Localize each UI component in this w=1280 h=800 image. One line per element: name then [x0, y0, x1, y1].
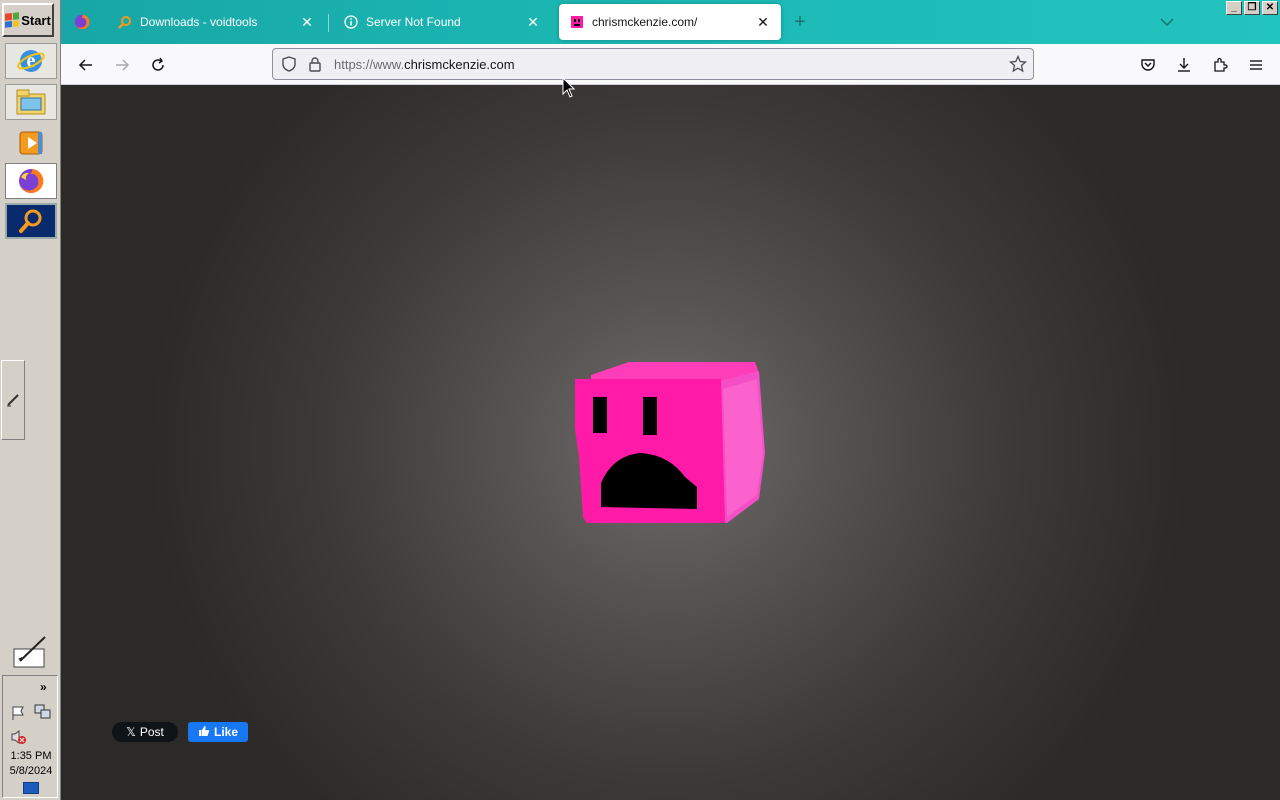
network-icon[interactable]	[34, 704, 52, 725]
forward-button[interactable]	[109, 52, 135, 78]
url-prefix: https://www.	[334, 57, 405, 72]
firefox-view-button[interactable]	[67, 8, 97, 36]
firefox-icon	[74, 14, 90, 30]
reload-icon	[152, 57, 164, 71]
navigation-toolbar: https://www.chrismckenzie.com	[61, 44, 1280, 85]
volume-muted-icon[interactable]	[10, 729, 28, 750]
show-desktop-icon[interactable]	[23, 782, 39, 794]
windows-explorer-icon[interactable]	[5, 84, 57, 120]
extensions-button[interactable]	[1207, 52, 1233, 78]
tab-server-not-found[interactable]: Server Not Found ✕	[333, 4, 551, 40]
system-tray: » 1:35 PM 5/8/2024	[2, 675, 58, 798]
start-button[interactable]: Start	[2, 3, 54, 37]
clock-date[interactable]: 5/8/2024	[3, 765, 59, 777]
new-tab-button[interactable]: +	[788, 10, 812, 34]
social-share-bar: 𝕏 Post Like	[112, 722, 248, 742]
tab-downloads-voidtools[interactable]: Downloads - voidtools ✕	[107, 4, 325, 40]
tracking-protection-shield-icon[interactable]	[281, 56, 297, 77]
tray-expand-button[interactable]: »	[40, 680, 47, 694]
lock-icon[interactable]	[307, 56, 323, 77]
tab-title: Server Not Found	[366, 15, 461, 29]
close-window-button[interactable]: ✕	[1262, 1, 1278, 15]
app-menu-button[interactable]	[1243, 52, 1269, 78]
action-center-flag-icon[interactable]	[10, 705, 26, 726]
x-post-button[interactable]: 𝕏 Post	[112, 722, 178, 742]
pocket-button[interactable]	[1135, 52, 1161, 78]
pink-cube-favicon	[569, 14, 585, 30]
firefox-window: Downloads - voidtools ✕ Server Not Found…	[61, 0, 1280, 800]
close-icon[interactable]: ✕	[525, 14, 541, 30]
windows-flag-icon	[5, 12, 20, 28]
url-domain: chrismckenzie.com	[404, 57, 515, 72]
fb-like-label: Like	[213, 725, 238, 739]
back-button[interactable]	[73, 52, 99, 78]
search-everything-icon[interactable]	[5, 203, 57, 239]
page-viewport: 𝕏 Post Like	[61, 85, 1280, 800]
minimize-button[interactable]: _	[1226, 1, 1242, 15]
hamburger-menu-icon	[1250, 60, 1262, 70]
facebook-like-button[interactable]: Like	[188, 722, 248, 742]
window-controls: _ ❐ ✕	[1226, 1, 1278, 15]
internet-explorer-icon[interactable]: e	[5, 43, 57, 79]
downloads-button[interactable]	[1171, 52, 1197, 78]
tablet-input-icon[interactable]	[10, 634, 50, 670]
mouse-pointer-icon	[562, 77, 576, 98]
reload-button[interactable]	[145, 52, 171, 78]
info-icon	[343, 14, 359, 30]
download-icon	[1178, 58, 1190, 72]
arrow-left-icon	[78, 59, 92, 71]
list-all-tabs-icon[interactable]	[1155, 12, 1179, 32]
url-text[interactable]: https://www.chrismckenzie.com	[334, 57, 515, 72]
arrow-right-icon	[116, 59, 130, 71]
puzzle-piece-icon	[1214, 57, 1228, 72]
close-icon[interactable]: ✕	[755, 14, 771, 30]
thumbs-up-icon	[198, 725, 210, 740]
tab-title: Downloads - voidtools	[140, 15, 258, 29]
tab-strip: Downloads - voidtools ✕ Server Not Found…	[61, 0, 1280, 44]
pocket-icon	[1141, 59, 1155, 71]
restore-button[interactable]: ❐	[1244, 1, 1260, 15]
windows-taskbar: Start e » 1:35 PM 5/8/2024	[0, 0, 61, 800]
start-label: Start	[21, 12, 51, 28]
magnifier-icon	[117, 14, 133, 30]
svg-text:e: e	[27, 50, 36, 72]
taskbar-toolbar-grip[interactable]	[1, 360, 25, 440]
close-icon[interactable]: ✕	[299, 14, 315, 30]
media-player-icon[interactable]	[5, 125, 57, 161]
url-bar[interactable]: https://www.chrismckenzie.com	[272, 48, 1034, 80]
tab-title: chrismckenzie.com/	[592, 15, 698, 29]
bookmark-star-icon[interactable]	[1008, 54, 1028, 78]
tab-chrismckenzie[interactable]: chrismckenzie.com/ ✕	[559, 4, 781, 40]
x-post-label: Post	[139, 725, 164, 739]
pink-cube-sad-face-graphic[interactable]	[573, 359, 769, 527]
pen-icon	[7, 394, 19, 407]
tab-divider	[328, 14, 329, 32]
clock-time[interactable]: 1:35 PM	[3, 750, 59, 762]
firefox-icon[interactable]	[5, 163, 57, 199]
x-logo-icon: 𝕏	[126, 725, 136, 739]
